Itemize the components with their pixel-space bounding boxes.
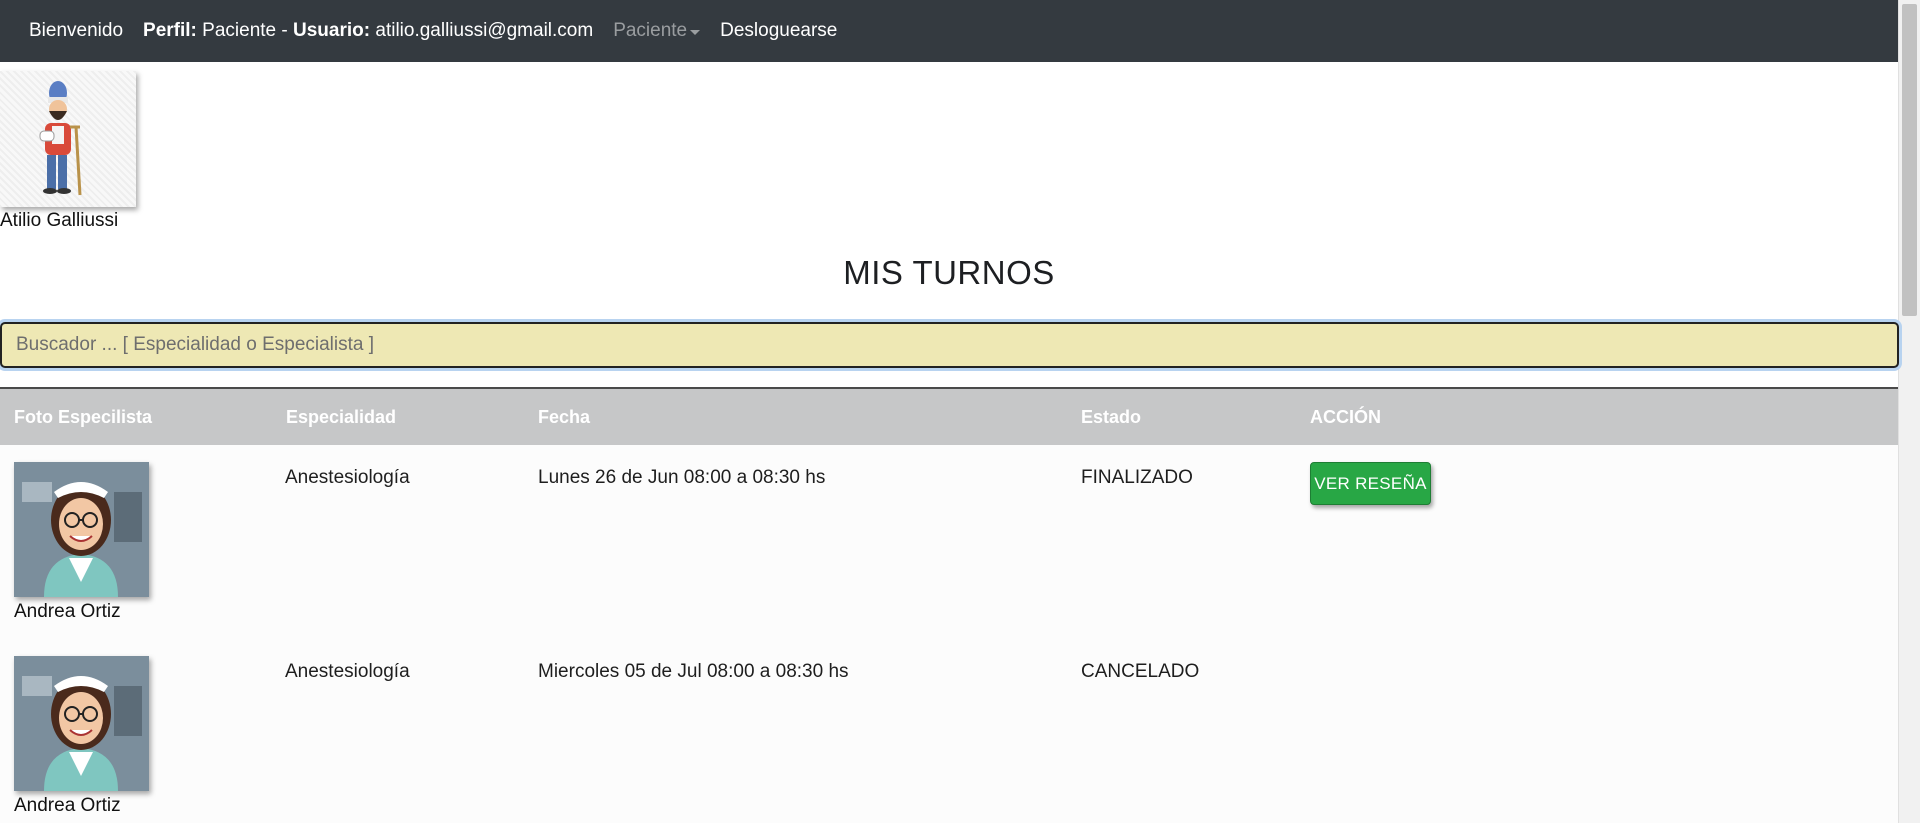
top-navbar: Bienvenido Perfil: Paciente - Usuario: a… bbox=[0, 0, 1898, 62]
header-status: Estado bbox=[1081, 407, 1142, 427]
appointments-table-body: Andrea Ortiz Anestesiología Lunes 26 de … bbox=[0, 445, 1898, 823]
nav-profile-info: Perfil: Paciente - Usuario: atilio.galli… bbox=[143, 20, 593, 42]
nav-patient-dropdown[interactable]: Paciente bbox=[613, 20, 701, 42]
date-cell: Lunes 26 de Jun 08:00 a 08:30 hs bbox=[538, 467, 826, 488]
search-input[interactable] bbox=[0, 322, 1899, 368]
status-cell: CANCELADO bbox=[1081, 661, 1200, 682]
page-title: MIS TURNOS bbox=[843, 254, 1055, 291]
nav-welcome-link[interactable]: Bienvenido bbox=[29, 20, 123, 42]
doctor-avatar-icon bbox=[14, 656, 149, 791]
header-date: Fecha bbox=[538, 407, 591, 427]
profile-value: Paciente bbox=[202, 20, 277, 41]
nav-logout-link[interactable]: Desloguearse bbox=[720, 20, 837, 42]
patient-cartoon-icon bbox=[39, 81, 82, 196]
appointments-table-header: Foto Especilista Especialidad Fecha Esta… bbox=[0, 389, 1898, 445]
doctor-photo bbox=[14, 462, 149, 597]
scrollbar-thumb[interactable] bbox=[1902, 4, 1917, 316]
specialty-cell: Anestesiología bbox=[285, 467, 410, 488]
nav-dropdown-label: Paciente bbox=[613, 20, 688, 41]
profile-label: Perfil: bbox=[143, 20, 197, 41]
view-review-button[interactable]: VER RESEÑA bbox=[1310, 462, 1431, 505]
doctor-photo bbox=[14, 656, 149, 791]
table-row: Andrea Ortiz Anestesiología Miercoles 05… bbox=[0, 639, 1898, 823]
date-cell: Miercoles 05 de Jul 08:00 a 08:30 hs bbox=[538, 661, 849, 682]
doctor-name: Andrea Ortiz bbox=[14, 601, 121, 622]
doctor-name: Andrea Ortiz bbox=[14, 795, 121, 816]
caret-down-icon bbox=[690, 29, 701, 35]
specialty-cell: Anestesiología bbox=[285, 661, 410, 682]
header-doctor-photo: Foto Especilista bbox=[14, 407, 153, 427]
patient-avatar bbox=[0, 71, 136, 207]
doctor-avatar-icon bbox=[14, 462, 149, 597]
header-specialty: Especialidad bbox=[286, 407, 397, 427]
page-scrollbar[interactable] bbox=[1898, 0, 1920, 823]
profile-separator: - bbox=[281, 20, 288, 41]
header-action: ACCIÓN bbox=[1310, 407, 1381, 427]
user-label: Usuario: bbox=[293, 20, 371, 41]
user-email: atilio.galliussi@gmail.com bbox=[375, 20, 594, 41]
patient-name: Atilio Galliussi bbox=[0, 210, 119, 231]
status-cell: FINALIZADO bbox=[1081, 467, 1193, 488]
table-row: Andrea Ortiz Anestesiología Lunes 26 de … bbox=[0, 445, 1898, 639]
